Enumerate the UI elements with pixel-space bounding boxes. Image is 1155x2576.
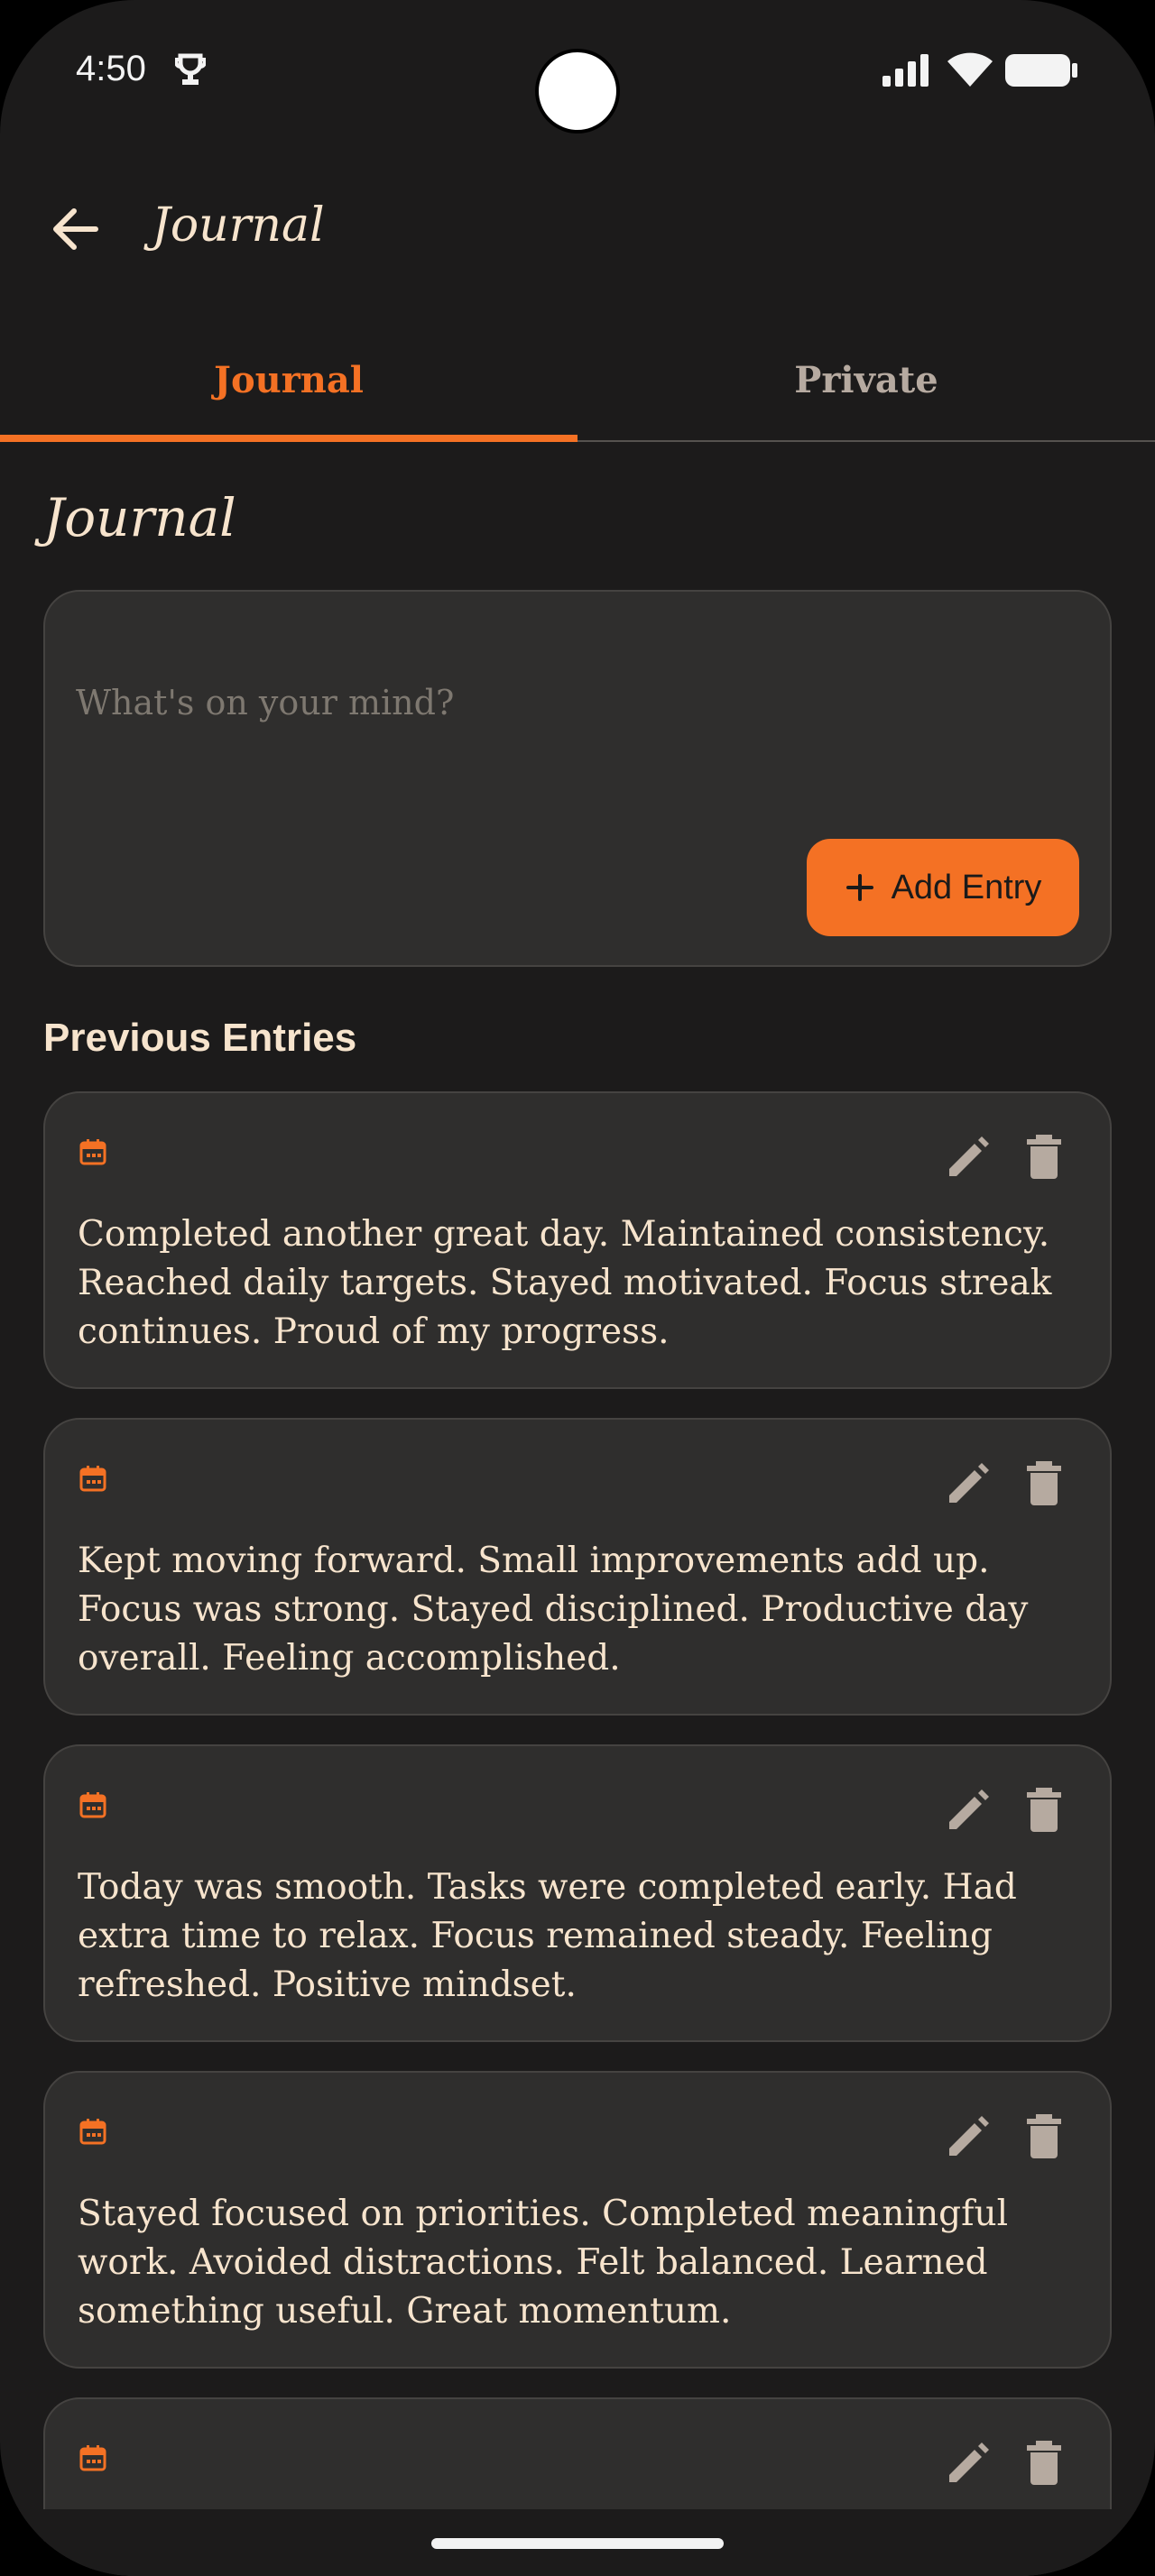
edit-pencil-icon[interactable] bbox=[944, 2439, 993, 2488]
journal-entry-card: Kept moving forward. Small improvements … bbox=[43, 1418, 1112, 1716]
journal-entry-card: Completed another great day. Maintained … bbox=[43, 1091, 1112, 1389]
edit-pencil-icon[interactable] bbox=[944, 2112, 993, 2161]
delete-trash-icon[interactable] bbox=[1020, 2439, 1068, 2488]
delete-trash-icon[interactable] bbox=[1020, 1133, 1068, 1182]
entry-text: Stayed focused on priorities. Completed … bbox=[78, 2194, 1009, 2332]
edit-pencil-icon[interactable] bbox=[944, 1786, 993, 1835]
camera-cutout bbox=[535, 49, 620, 133]
wifi-icon bbox=[947, 52, 993, 87]
journal-entry-card: Stayed focused on priorities. Completed … bbox=[43, 2071, 1112, 2369]
app-screen: 4:50 Journal Journal Private Journal Add bbox=[0, 0, 1155, 2576]
calendar-icon bbox=[79, 2119, 106, 2145]
calendar-icon bbox=[79, 2445, 106, 2471]
calendar-icon bbox=[79, 1466, 106, 1492]
tab-bar: Journal Private bbox=[0, 332, 1155, 442]
active-tab-indicator bbox=[0, 435, 578, 442]
plus-icon bbox=[845, 874, 873, 901]
journal-entry-card: Today was smooth. Tasks were completed e… bbox=[43, 1744, 1112, 2042]
add-entry-button[interactable]: Add Entry bbox=[807, 839, 1079, 936]
entry-text: Completed another great day. Maintained … bbox=[78, 1214, 1052, 1352]
app-bar-title: Journal bbox=[152, 198, 325, 253]
tab-private[interactable]: Private bbox=[578, 332, 1155, 442]
edit-pencil-icon[interactable] bbox=[944, 1459, 993, 1508]
add-entry-label: Add Entry bbox=[891, 868, 1042, 906]
previous-entries-title: Previous Entries bbox=[43, 1016, 357, 1060]
signal-icon bbox=[882, 54, 929, 87]
entry-text: Today was smooth. Tasks were completed e… bbox=[78, 1867, 1017, 2005]
edit-pencil-icon[interactable] bbox=[944, 1133, 993, 1182]
journal-entry-input[interactable] bbox=[74, 673, 1034, 732]
delete-trash-icon[interactable] bbox=[1020, 1459, 1068, 1508]
delete-trash-icon[interactable] bbox=[1020, 1786, 1068, 1835]
status-time: 4:50 bbox=[76, 49, 146, 88]
calendar-icon bbox=[79, 1792, 106, 1818]
tab-journal[interactable]: Journal bbox=[0, 332, 578, 442]
delete-trash-icon[interactable] bbox=[1020, 2112, 1068, 2161]
entry-text: Kept moving forward. Small improvements … bbox=[78, 1541, 1029, 1679]
section-title: Journal bbox=[43, 487, 236, 548]
home-indicator[interactable] bbox=[431, 2538, 724, 2549]
trophy-icon bbox=[175, 53, 206, 85]
calendar-icon bbox=[79, 1139, 106, 1165]
battery-icon bbox=[1005, 54, 1077, 87]
back-arrow-icon[interactable] bbox=[47, 200, 105, 258]
